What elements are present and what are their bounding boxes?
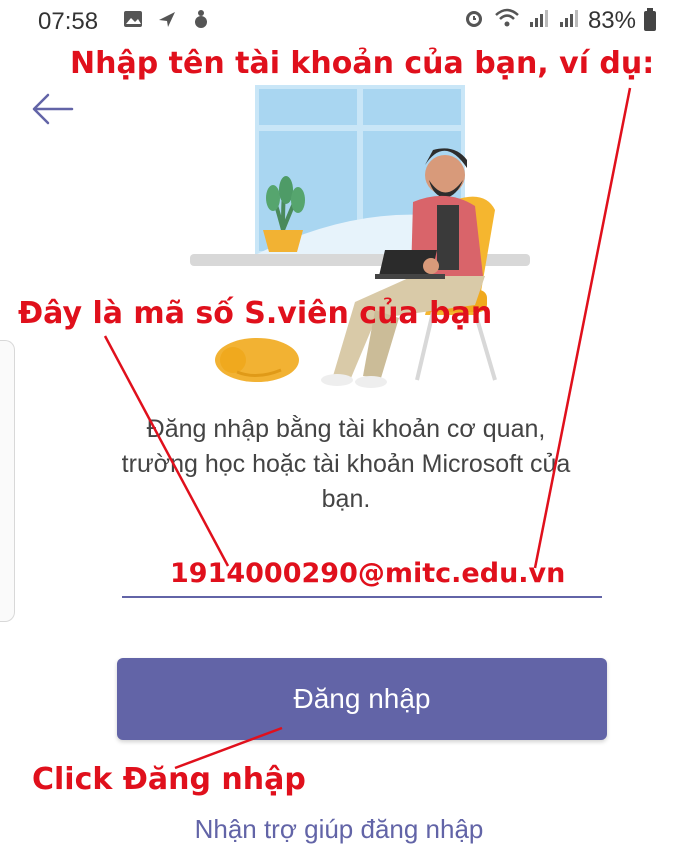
status-time: 07:58	[38, 8, 99, 35]
description-line: trường học hoặc tài khoản Microsoft của	[121, 450, 571, 478]
arrow-left-icon	[32, 93, 74, 125]
welcome-illustration	[185, 80, 545, 400]
login-button[interactable]: Đăng nhập	[117, 658, 607, 740]
login-help-link[interactable]: Nhận trợ giúp đăng nhập	[0, 814, 678, 845]
annotation-student-id: Đây là mã số S.viên của bạn	[18, 296, 493, 331]
annotation-email-example: 1914000290@mitc.edu.vn	[170, 558, 566, 589]
status-icons-right: 83%	[462, 6, 656, 35]
description-line: Đăng nhập bằng tài khoản cơ quan,	[146, 415, 546, 443]
battery-icon	[644, 7, 656, 31]
back-button[interactable]	[30, 92, 74, 126]
navigation-icon	[156, 8, 178, 30]
status-bar: 07:58 83%	[0, 0, 678, 44]
wifi-icon	[494, 7, 520, 34]
battery-percent: 83%	[587, 6, 636, 34]
app-icon	[190, 8, 212, 30]
signal-icon	[528, 7, 550, 34]
side-panel-handle[interactable]	[0, 340, 15, 622]
description-line: bạn.	[321, 485, 371, 513]
signal-icon	[558, 7, 580, 34]
status-icons-left	[122, 8, 212, 30]
annotation-click-login: Click Đăng nhập	[32, 762, 306, 797]
image-icon	[122, 8, 144, 30]
annotation-enter-account: Nhập tên tài khoản của bạn, ví dụ:	[70, 46, 655, 81]
login-description: Đăng nhập bằng tài khoản cơ quan, trường…	[96, 412, 596, 517]
alarm-icon	[462, 6, 486, 35]
